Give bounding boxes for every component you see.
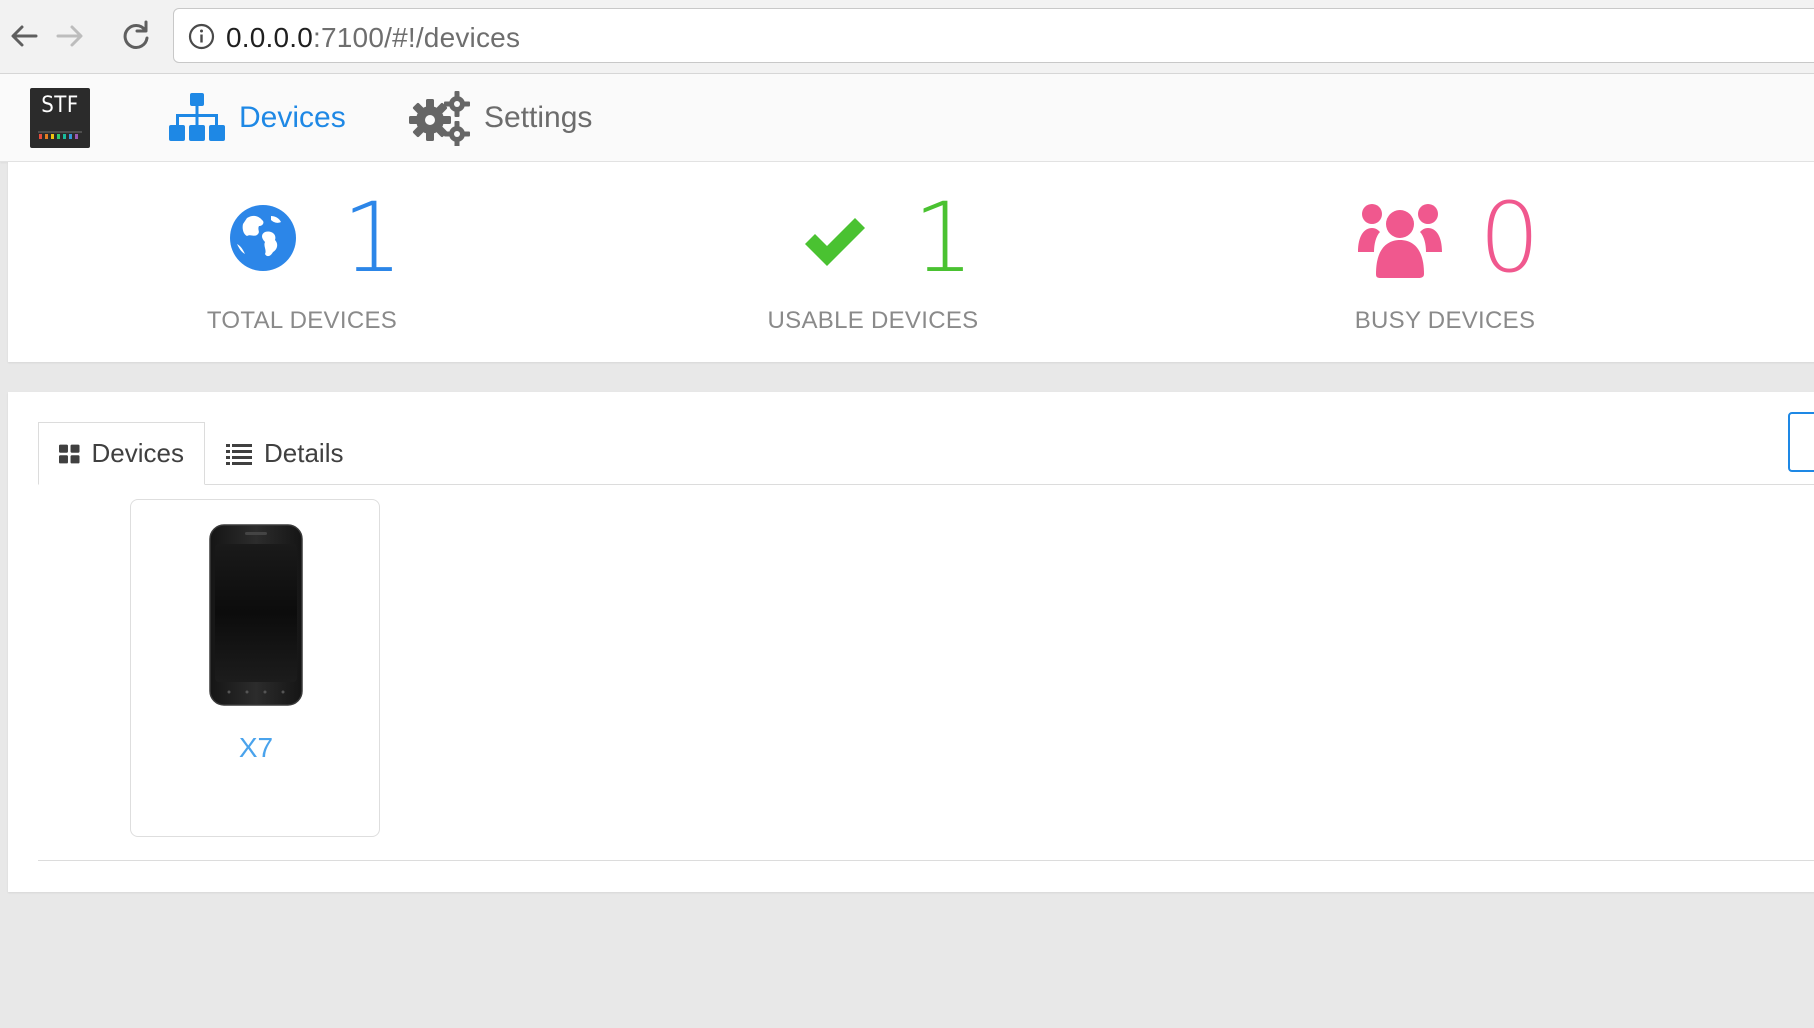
reload-icon bbox=[123, 20, 149, 49]
total-devices-count: 1 bbox=[342, 182, 404, 294]
forward-arrow-icon bbox=[56, 25, 83, 47]
browser-toolbar: 0.0.0.0:7100/#!/devices bbox=[0, 0, 1814, 74]
info-icon[interactable] bbox=[188, 23, 215, 50]
tab-details[interactable]: Details bbox=[206, 422, 363, 485]
back-arrow-icon bbox=[11, 25, 38, 47]
list-icon bbox=[226, 443, 252, 465]
grid-icon bbox=[59, 444, 80, 463]
stat-usable-devices: 1 USABLE DEVICES bbox=[673, 162, 1073, 362]
tab-devices-label: Devices bbox=[91, 438, 184, 468]
url-path: :7100/#!/devices bbox=[313, 22, 521, 53]
nav-settings[interactable]: Settings bbox=[408, 88, 592, 148]
busy-devices-label: BUSY DEVICES bbox=[1354, 307, 1536, 334]
nav-devices-label: Devices bbox=[239, 101, 346, 134]
logo-text: STF bbox=[41, 93, 79, 118]
stats-panel: 1 TOTAL DEVICES 1 USABLE DEVICES 0 BUSY … bbox=[8, 162, 1814, 362]
device-name: X7 bbox=[238, 732, 274, 763]
url-text[interactable]: 0.0.0.0:7100/#!/devices bbox=[226, 22, 520, 54]
nav-settings-label: Settings bbox=[484, 101, 593, 134]
url-host: 0.0.0.0 bbox=[226, 22, 314, 53]
stf-logo[interactable]: STF bbox=[30, 88, 90, 148]
toolbar-edge-button[interactable] bbox=[1788, 412, 1814, 472]
device-list-panel: Devices Details X7 bbox=[8, 392, 1814, 892]
globe-icon bbox=[230, 205, 296, 271]
total-devices-label: TOTAL DEVICES bbox=[206, 307, 398, 334]
device-card[interactable]: X7 bbox=[130, 499, 380, 837]
stat-busy-devices: 0 BUSY DEVICES bbox=[1245, 162, 1645, 362]
list-footer-divider bbox=[38, 860, 1814, 861]
usable-devices-count: 1 bbox=[913, 182, 975, 294]
stat-total-devices: 1 TOTAL DEVICES bbox=[102, 162, 502, 362]
usable-devices-label: USABLE DEVICES bbox=[767, 307, 979, 334]
checkmark-icon bbox=[805, 218, 865, 266]
back-button[interactable] bbox=[4, 16, 44, 56]
reload-button[interactable] bbox=[116, 16, 156, 56]
app-navbar: STF Devices Settings bbox=[0, 74, 1814, 162]
logo-stripe-icon bbox=[38, 131, 82, 139]
gears-icon bbox=[409, 91, 470, 146]
forward-button[interactable] bbox=[50, 16, 90, 56]
sitemap-icon bbox=[169, 93, 225, 141]
tab-devices[interactable]: Devices bbox=[38, 422, 205, 485]
tab-details-label: Details bbox=[264, 438, 344, 468]
users-icon bbox=[1358, 204, 1442, 278]
busy-devices-count: 0 bbox=[1479, 182, 1541, 294]
address-bar[interactable]: 0.0.0.0:7100/#!/devices bbox=[173, 8, 1814, 63]
phone-icon bbox=[209, 524, 303, 706]
nav-devices[interactable]: Devices bbox=[169, 88, 346, 148]
